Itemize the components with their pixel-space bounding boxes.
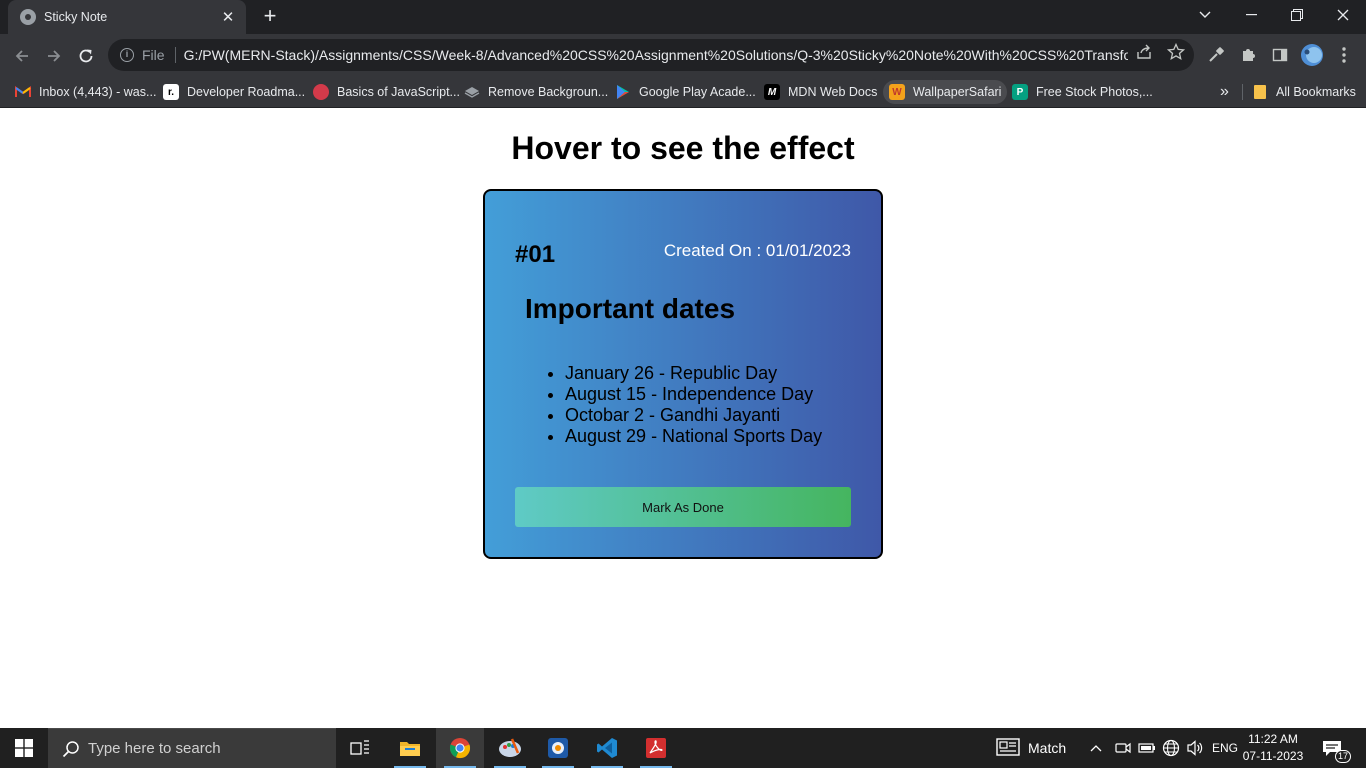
mark-as-done-button[interactable]: Mark As Done: [515, 487, 851, 527]
bookmark-label: Basics of JavaScript...: [337, 85, 460, 99]
menu-kebab-icon[interactable]: [1334, 45, 1354, 65]
list-item: Octobar 2 - Gandhi Jayanti: [565, 405, 822, 426]
weather-widget[interactable]: Match: [996, 728, 1066, 768]
search-placeholder: Type here to search: [88, 740, 221, 757]
list-item: August 15 - Independence Day: [565, 384, 822, 405]
photo-app-icon[interactable]: [534, 728, 582, 768]
battery-icon[interactable]: [1138, 728, 1156, 768]
bookmarks-divider: [1242, 84, 1243, 100]
bookmark-label: Developer Roadma...: [187, 85, 306, 99]
bookmarks-bar: Inbox (4,443) - was... r. Developer Road…: [0, 76, 1366, 108]
chrome-icon[interactable]: [436, 728, 484, 768]
bookmark-wallpapersafari[interactable]: W WallpaperSafari: [883, 80, 1008, 104]
roadmap-icon: r.: [163, 84, 179, 100]
close-window-icon[interactable]: [1320, 0, 1366, 30]
bookmark-stock-photos[interactable]: P Free Stock Photos,...: [1006, 80, 1159, 104]
bookmark-gmail[interactable]: Inbox (4,443) - was...: [9, 80, 162, 104]
wallpapersafari-icon: W: [889, 84, 905, 100]
notifications-icon[interactable]: 17: [1322, 728, 1351, 768]
bookmark-label: Google Play Acade...: [639, 85, 756, 99]
note-number: #01: [515, 241, 556, 268]
site-info-icon[interactable]: i: [120, 48, 134, 62]
taskbar-search-input[interactable]: Type here to search: [48, 728, 336, 768]
list-item: January 26 - Republic Day: [565, 363, 822, 384]
close-tab-icon[interactable]: ✕: [220, 8, 236, 26]
windows-taskbar: Type here to search Match ENG 11:22 AM 0…: [0, 728, 1366, 768]
gmail-icon: [15, 84, 31, 100]
bookmark-label: MDN Web Docs: [788, 85, 878, 99]
file-explorer-icon[interactable]: [386, 728, 434, 768]
list-item: August 29 - National Sports Day: [565, 426, 822, 447]
bookmark-google-play[interactable]: Google Play Acade...: [609, 80, 762, 104]
bookmark-label: Free Stock Photos,...: [1036, 85, 1153, 99]
address-bar[interactable]: i File G:/PW(MERN-Stack)/Assignments/CSS…: [108, 39, 1194, 71]
reload-icon[interactable]: [72, 42, 100, 70]
back-icon[interactable]: [8, 42, 36, 70]
side-panel-icon[interactable]: [1270, 45, 1290, 65]
all-bookmarks-label: All Bookmarks: [1276, 85, 1356, 99]
paint-app-icon[interactable]: [486, 728, 534, 768]
globe-icon: [20, 9, 36, 25]
restore-icon[interactable]: [1274, 0, 1320, 30]
task-view-icon[interactable]: [336, 728, 384, 768]
eyedropper-icon[interactable]: [1206, 45, 1226, 65]
url-text[interactable]: G:/PW(MERN-Stack)/Assignments/CSS/Week-8…: [184, 47, 1128, 63]
bookmark-star-icon[interactable]: [1166, 42, 1186, 62]
remove-bg-icon: [464, 84, 480, 100]
note-created-date: Created On : 01/01/2023: [663, 241, 851, 260]
minimize-icon[interactable]: [1228, 0, 1274, 30]
weather-label: Match: [1028, 740, 1067, 756]
scheme-label: File: [142, 47, 165, 63]
search-icon: [62, 740, 80, 762]
tab-sticky-note[interactable]: Sticky Note ✕: [8, 0, 246, 34]
clock-time: 11:22 AM: [1248, 732, 1298, 746]
clock-date: 07-11-2023: [1242, 749, 1304, 763]
stock-photos-icon: P: [1012, 84, 1028, 100]
bookmark-label: WallpaperSafari: [913, 85, 1002, 99]
forward-icon[interactable]: [40, 42, 68, 70]
folder-icon: [1252, 84, 1268, 100]
google-play-icon: [615, 84, 631, 100]
note-title: Important dates: [525, 293, 736, 324]
bookmarks-overflow-button[interactable]: »: [1214, 80, 1235, 104]
address-separator: [174, 47, 176, 63]
news-icon: [996, 737, 1020, 759]
clock[interactable]: 11:22 AM 07-11-2023: [1240, 731, 1306, 765]
new-tab-button[interactable]: +: [258, 5, 282, 29]
bookmark-label: Remove Backgroun...: [488, 85, 609, 99]
bookmark-mdn[interactable]: M MDN Web Docs: [758, 80, 883, 104]
volume-icon[interactable]: [1186, 728, 1204, 768]
notification-count-badge: 17: [1335, 750, 1351, 763]
bookmark-remove-bg[interactable]: Remove Backgroun...: [458, 80, 614, 104]
tab-title: Sticky Note: [44, 10, 108, 24]
bookmark-js-basics[interactable]: Basics of JavaScript...: [307, 80, 466, 104]
share-icon[interactable]: [1134, 42, 1154, 62]
bookmark-label: Inbox (4,443) - was...: [39, 85, 157, 99]
pdf-reader-icon[interactable]: [632, 728, 680, 768]
sticky-note-card[interactable]: #01 Created On : 01/01/2023 Important da…: [483, 189, 883, 559]
language-indicator[interactable]: ENG: [1212, 728, 1238, 768]
show-hidden-icons-chevron-icon[interactable]: [1090, 728, 1102, 768]
important-dates-list: January 26 - Republic Day August 15 - In…: [565, 363, 822, 447]
bookmark-roadmap[interactable]: r. Developer Roadma...: [157, 80, 311, 104]
tab-search-chevron-icon[interactable]: [1182, 0, 1228, 30]
mdn-icon: M: [764, 84, 780, 100]
page-heading: Hover to see the effect: [511, 130, 855, 166]
browser-tab-strip: Sticky Note ✕ +: [0, 0, 1366, 34]
page-viewport: Hover to see the effect #01 Created On :…: [0, 109, 1366, 728]
profile-avatar-icon[interactable]: [1300, 43, 1324, 67]
vscode-icon[interactable]: [583, 728, 631, 768]
all-bookmarks-button[interactable]: All Bookmarks: [1246, 80, 1362, 104]
windows-start-icon[interactable]: [0, 728, 48, 768]
js-basics-icon: [313, 84, 329, 100]
meet-now-icon[interactable]: [1115, 728, 1131, 768]
extensions-icon[interactable]: [1238, 45, 1258, 65]
browser-toolbar: i File G:/PW(MERN-Stack)/Assignments/CSS…: [0, 34, 1366, 76]
network-globe-icon[interactable]: [1162, 728, 1180, 768]
